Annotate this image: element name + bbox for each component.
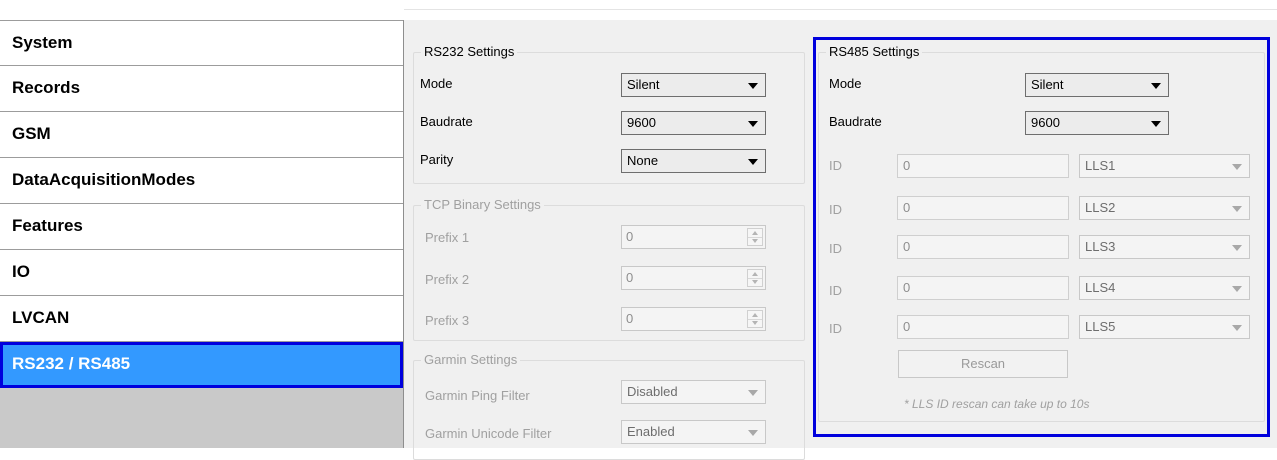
- prefix3-spinner[interactable]: 0: [621, 307, 766, 331]
- sidebar-item-io[interactable]: IO: [0, 250, 403, 296]
- garmin-unicode-filter-label: Garmin Unicode Filter: [425, 426, 552, 441]
- garmin-settings-title: Garmin Settings: [421, 352, 521, 368]
- prefix2-label: Prefix 2: [425, 272, 470, 287]
- rs232-baudrate-label: Baudrate: [420, 114, 473, 129]
- chevron-down-icon: [748, 159, 758, 165]
- garmin-ping-filter-select[interactable]: Disabled: [621, 380, 766, 404]
- spinner-arrows-icon[interactable]: [747, 228, 763, 246]
- sidebar-item-lvcan[interactable]: LVCAN: [0, 296, 403, 342]
- sidebar-item-data-acquisition-modes[interactable]: DataAcquisitionModes: [0, 158, 403, 204]
- prefix1-spinner[interactable]: 0: [621, 225, 766, 249]
- prefix2-value: 0: [626, 270, 634, 285]
- garmin-settings-group: Garmin Settings: [413, 352, 805, 460]
- sidebar-item-gsm[interactable]: GSM: [0, 112, 403, 158]
- prefix3-value: 0: [626, 311, 634, 326]
- rs232-mode-label: Mode: [420, 76, 453, 91]
- garmin-unicode-filter-value: Enabled: [627, 424, 675, 439]
- prefix1-label: Prefix 1: [425, 230, 470, 245]
- highlight-frame: [813, 37, 1270, 437]
- top-divider: [404, 9, 1277, 10]
- prefix3-label: Prefix 3: [425, 313, 470, 328]
- garmin-unicode-filter-select[interactable]: Enabled: [621, 420, 766, 444]
- rs232-parity-label: Parity: [420, 152, 454, 167]
- rs232-mode-select[interactable]: Silent: [621, 73, 766, 97]
- rs232-settings-title: RS232 Settings: [421, 44, 518, 60]
- spinner-arrows-icon[interactable]: [747, 269, 763, 287]
- rs232-baudrate-select[interactable]: 9600: [621, 111, 766, 135]
- garmin-ping-filter-label: Garmin Ping Filter: [425, 388, 530, 403]
- spinner-arrows-icon[interactable]: [747, 310, 763, 328]
- sidebar-item-system[interactable]: System: [0, 20, 403, 66]
- chevron-down-icon: [748, 83, 758, 89]
- sidebar-item-features[interactable]: Features: [0, 204, 403, 250]
- garmin-ping-filter-value: Disabled: [627, 384, 678, 399]
- prefix2-spinner[interactable]: 0: [621, 266, 766, 290]
- sidebar-item-records[interactable]: Records: [0, 66, 403, 112]
- tcp-binary-settings-title: TCP Binary Settings: [421, 197, 544, 213]
- chevron-down-icon: [748, 390, 758, 396]
- chevron-down-icon: [748, 121, 758, 127]
- rs232-baudrate-value: 9600: [627, 115, 656, 130]
- rs232-mode-value: Silent: [627, 77, 660, 92]
- sidebar-menu: System Records GSM DataAcquisitionModes …: [0, 20, 404, 448]
- rs232-parity-value: None: [627, 153, 659, 168]
- rs232-parity-select[interactable]: None: [621, 149, 766, 173]
- sidebar-item-rs232-rs485[interactable]: RS232 / RS485: [0, 342, 403, 388]
- chevron-down-icon: [748, 430, 758, 436]
- prefix1-value: 0: [626, 229, 634, 244]
